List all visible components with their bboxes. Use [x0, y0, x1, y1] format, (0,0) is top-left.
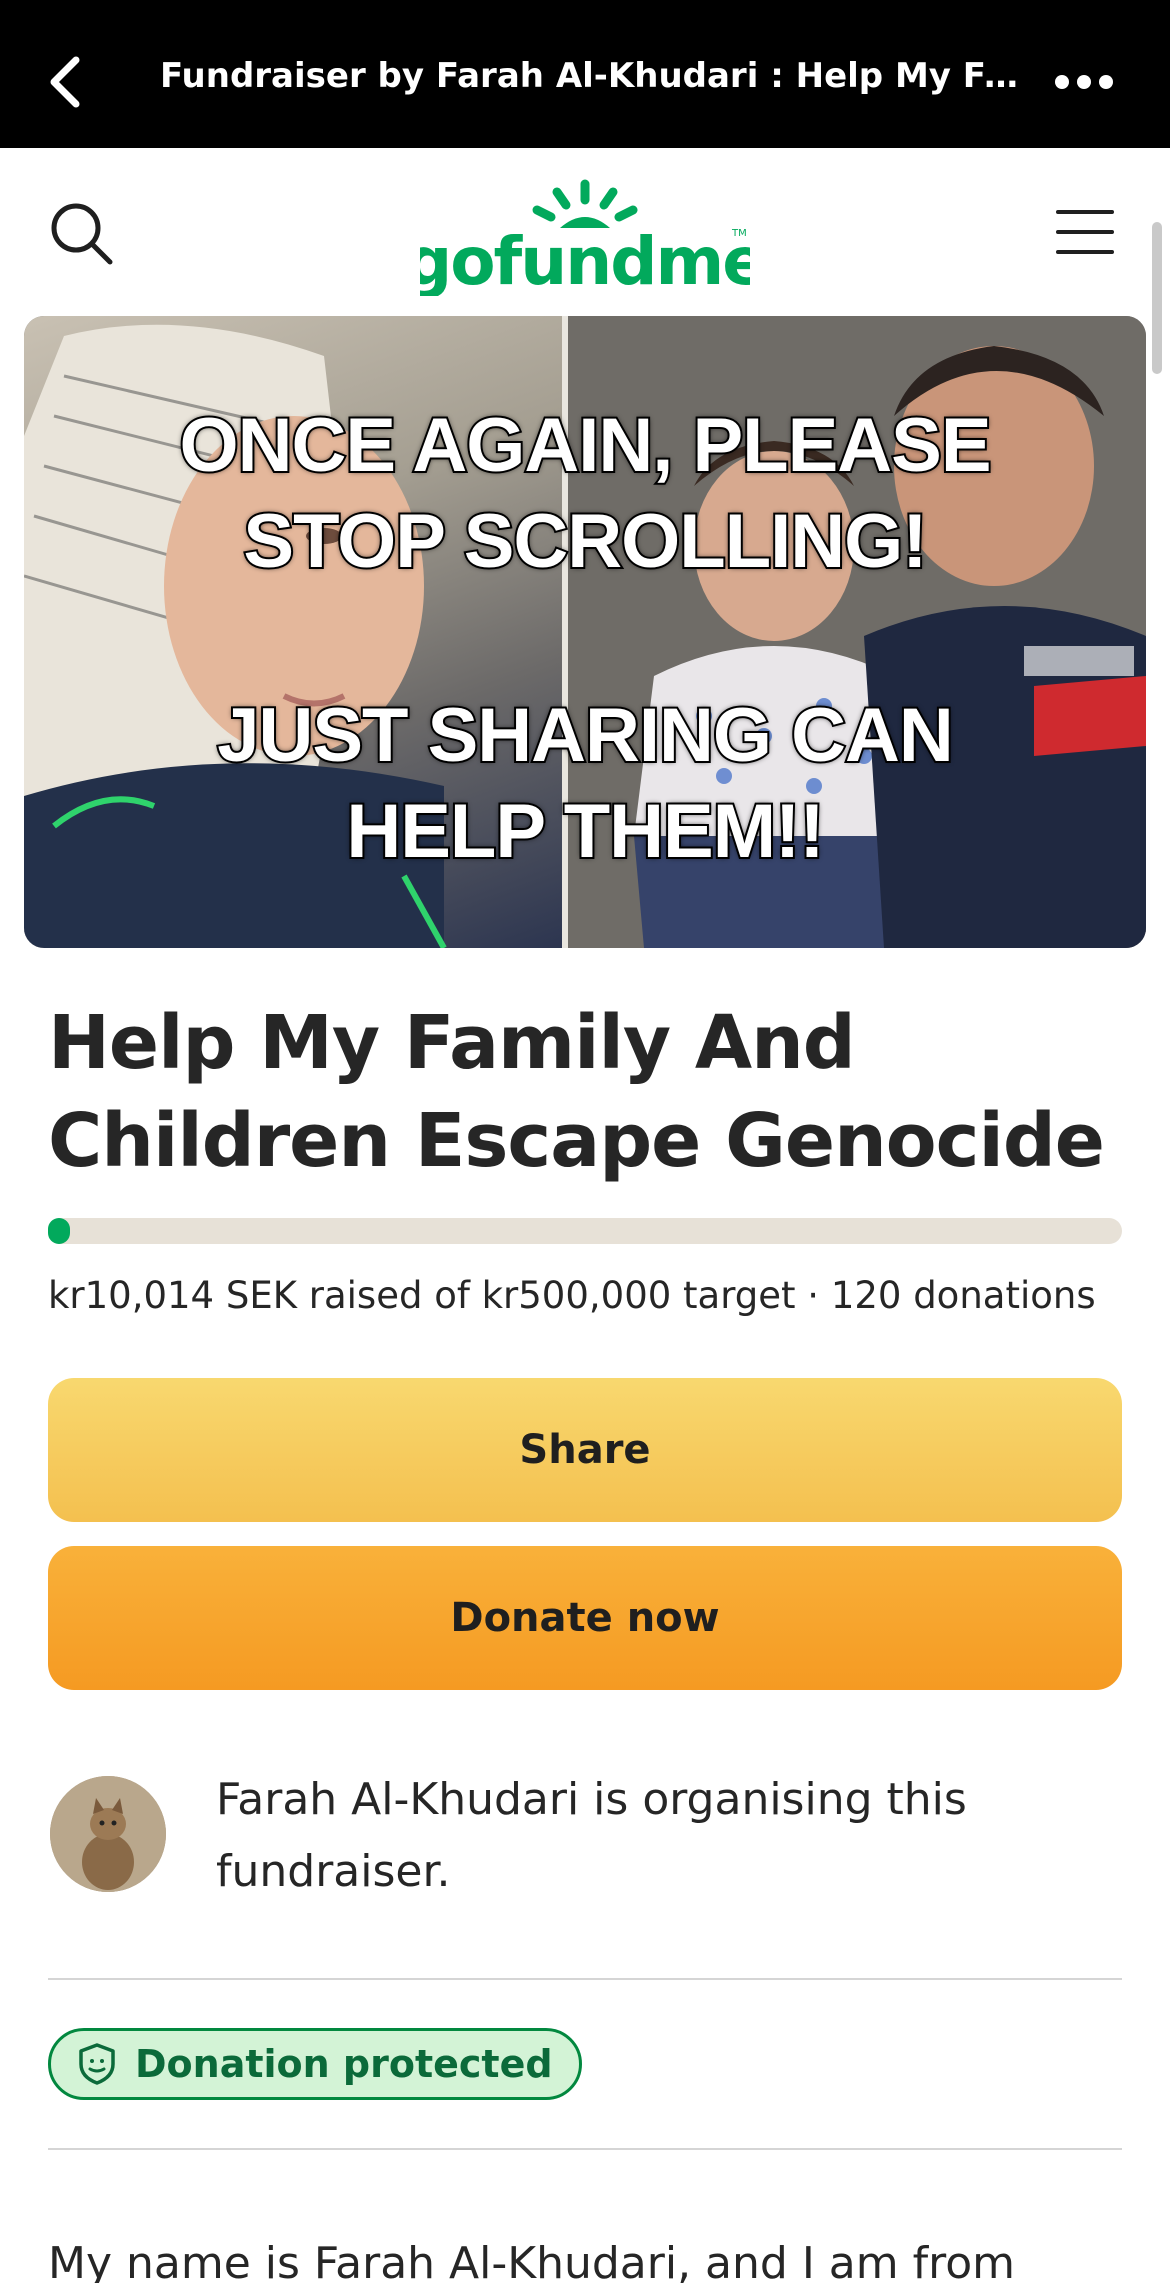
hamburger-menu-icon — [1056, 210, 1114, 254]
more-options-button[interactable] — [1052, 62, 1116, 102]
page-scrollbar[interactable] — [1152, 222, 1162, 374]
share-button[interactable]: Share — [48, 1378, 1122, 1522]
menu-button[interactable] — [1054, 204, 1116, 260]
chevron-left-icon — [50, 56, 80, 108]
campaign-title: Help My Family And Children Escape Genoc… — [48, 1000, 1105, 1184]
logo-graphic: gofundme TM — [405, 179, 767, 300]
organiser-statement: Farah Al-Khudari is organising this fund… — [216, 1774, 967, 1897]
cat-avatar-image — [50, 1776, 166, 1892]
donation-protected-label: Donation protected — [135, 2042, 553, 2086]
organiser-avatar[interactable] — [50, 1776, 166, 1892]
fundraising-progress-bar — [48, 1218, 1122, 1244]
back-button[interactable] — [44, 52, 88, 112]
donate-now-button[interactable]: Donate now — [48, 1546, 1122, 1690]
more-dots-icon — [1055, 75, 1113, 89]
campaign-hero-image[interactable]: ONCE AGAIN, PLEASE STOP SCROLLING! JUST … — [24, 316, 1146, 948]
browser-top-bar: Fundraiser by Farah Al-Khudari : Help My… — [0, 0, 1170, 148]
shield-icon — [79, 2043, 115, 2085]
hero-caption-line: JUST SHARING CAN — [215, 691, 956, 780]
site-header: gofundme TM — [0, 148, 1170, 316]
hero-caption-line: HELP THEM!! — [344, 787, 826, 876]
browser-page-title: Fundraiser by Farah Al-Khudari : Help My… — [160, 56, 1020, 96]
donation-protected-badge[interactable]: Donation protected — [48, 2028, 582, 2100]
progress-bar-fill — [48, 1218, 70, 1244]
amount-raised-text: kr10,014 SEK raised of kr500,000 target … — [48, 1274, 1096, 1317]
search-icon — [51, 203, 113, 265]
gofundme-logo[interactable]: gofundme TM — [405, 176, 767, 300]
campaign-story-text: My name is Farah Al-Khudari, and I am fr… — [48, 2238, 1015, 2283]
hero-caption-line: ONCE AGAIN, PLEASE — [177, 401, 993, 490]
section-divider — [48, 2148, 1122, 2150]
search-button[interactable] — [46, 198, 118, 270]
logo-text: gofundme — [420, 223, 750, 296]
hero-caption-line: STOP SCROLLING! — [241, 497, 929, 586]
logo-trademark: TM — [731, 228, 747, 239]
section-divider — [48, 1978, 1122, 1980]
